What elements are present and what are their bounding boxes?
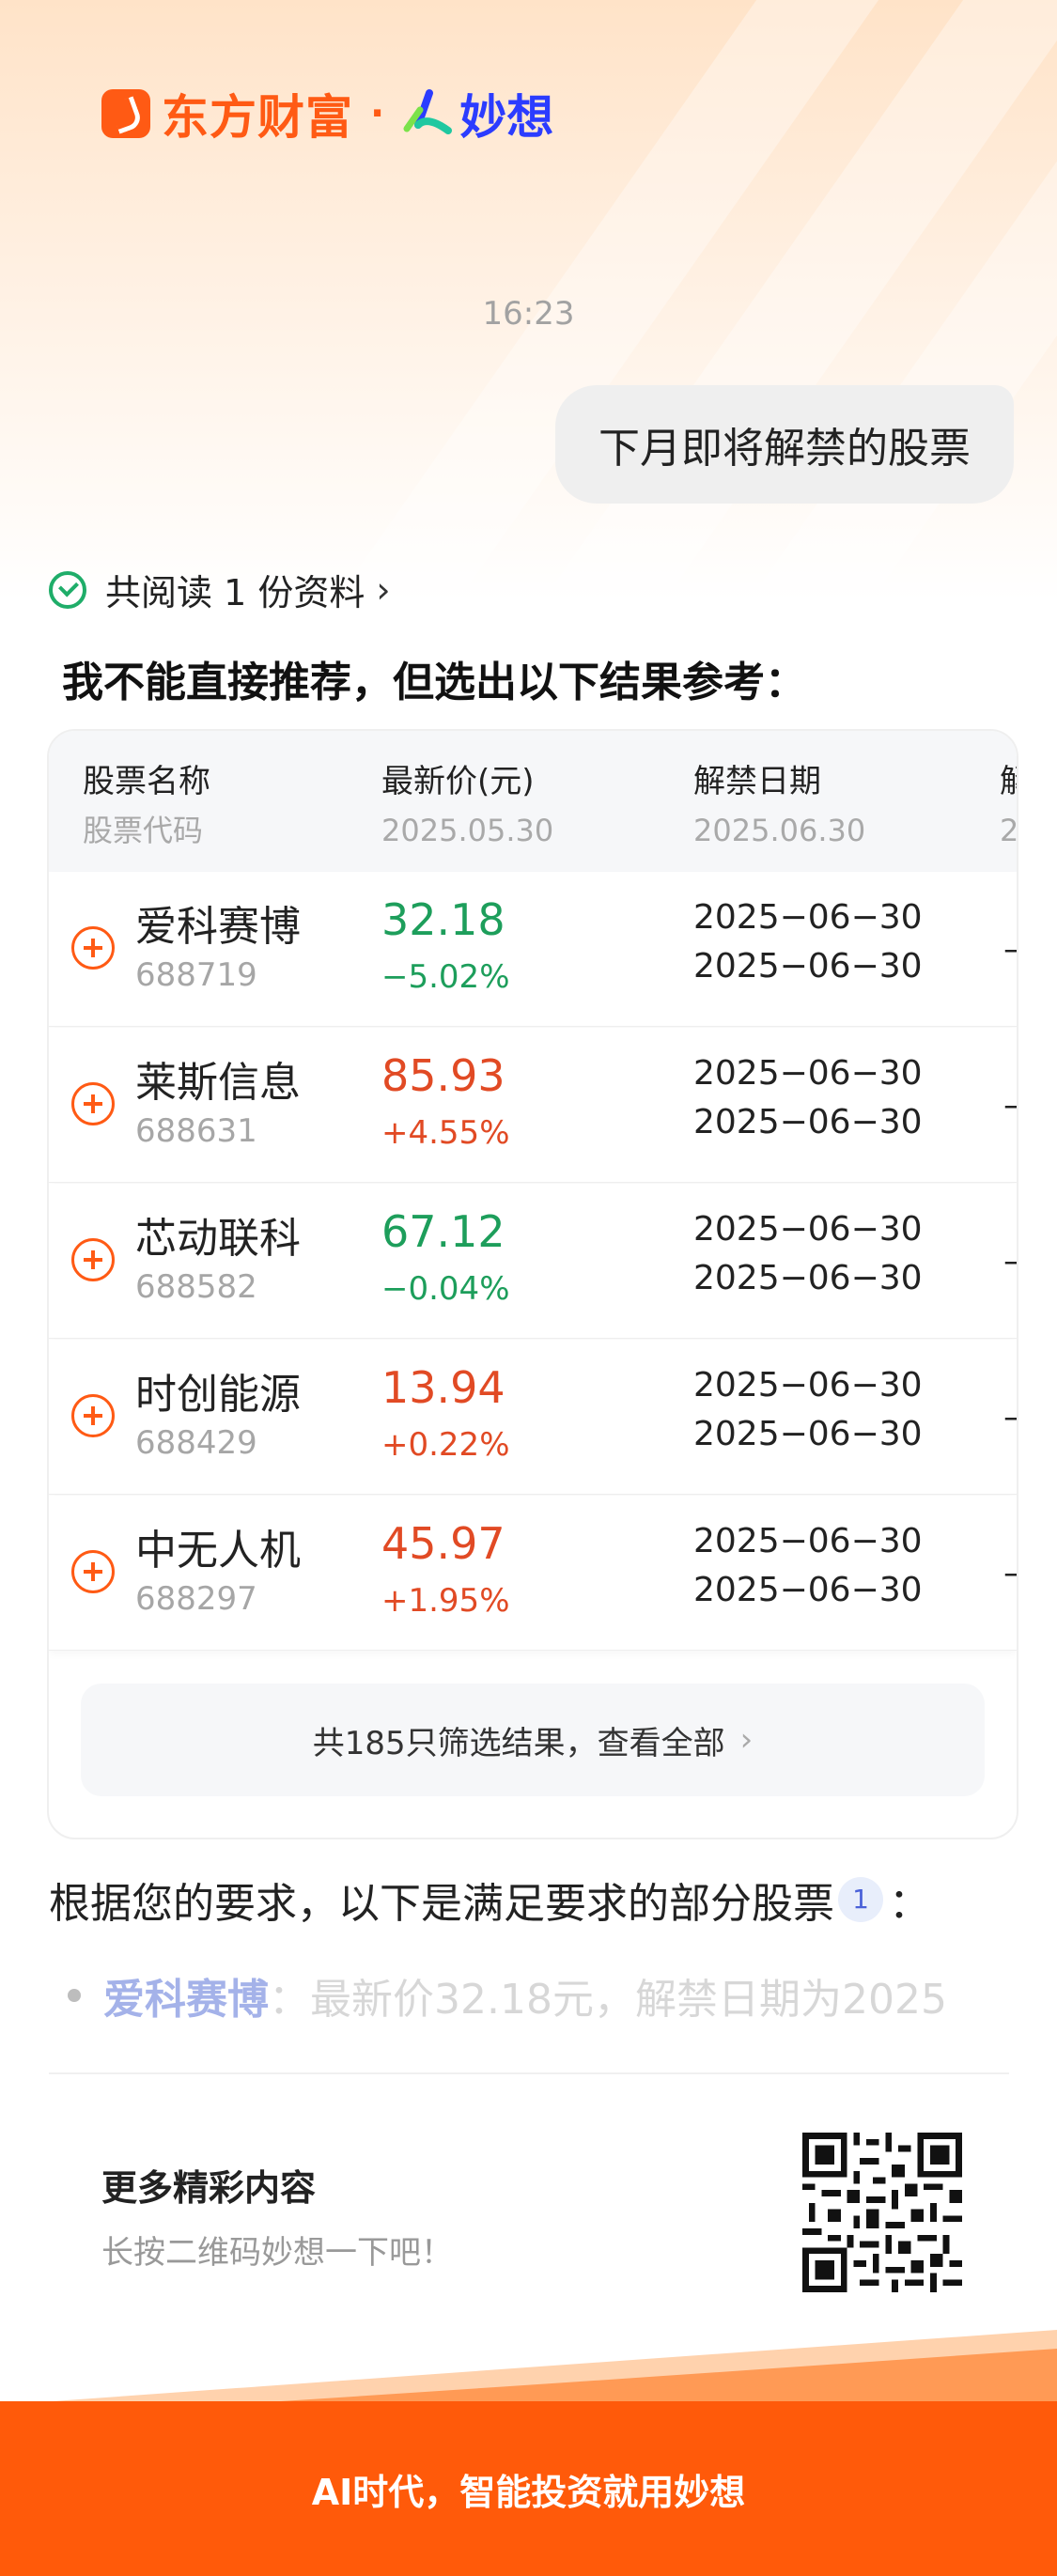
stock-price: 45.97 (381, 1518, 505, 1569)
stock-price: 32.18 (381, 894, 505, 945)
stock-name: 芯动联科 (135, 1215, 301, 1263)
table-row[interactable]: 爱科赛博 688719 32.18 −5.02% 2025−06−30 2025… (49, 872, 1017, 1027)
product-name: 妙想 (459, 90, 554, 145)
stock-change: +0.22% (381, 1426, 510, 1464)
message-time: 16:23 (482, 295, 575, 333)
stock-change: −0.04% (381, 1270, 510, 1308)
faded-stock-link[interactable]: 爱科赛博 (103, 1965, 269, 2025)
chevron-right-icon: › (739, 1721, 754, 1759)
truncated-cell: – (1003, 930, 1017, 969)
promo-title: 更多精彩内容 (101, 2167, 317, 2209)
table-row[interactable]: 芯动联科 688582 67.12 −0.04% 2025−06−30 2025… (49, 1184, 1017, 1339)
faded-stock-text: ：最新价32.18元，解禁日期为2025 (269, 1976, 947, 2024)
add-watchlist-icon[interactable] (71, 926, 115, 970)
brand-header: 东方财富 · 妙想 (101, 86, 553, 145)
truncated-cell: – (1003, 1398, 1017, 1436)
truncated-cell: – (1003, 1086, 1017, 1125)
stock-code: 688582 (135, 1268, 257, 1306)
table-row[interactable]: 莱斯信息 688631 85.93 +4.55% 2025−06−30 2025… (49, 1028, 1017, 1183)
add-watchlist-icon[interactable] (71, 1550, 115, 1593)
divider (49, 2072, 1009, 2074)
column-header-name: 股票名称 股票代码 (83, 763, 210, 848)
unlock-date: 2025−06−30 (693, 1366, 923, 1404)
unlock-date: 2025−06−30 (693, 898, 923, 937)
chevron-right-icon: › (376, 568, 391, 611)
unlock-date: 2025−06−30 (693, 1210, 923, 1249)
stock-code: 688429 (135, 1424, 257, 1462)
brand-name: 东方财富 (162, 90, 353, 145)
view-all-results-button[interactable]: 共185只筛选结果，查看全部 › (81, 1684, 985, 1796)
unlock-date: 2025−06−30 (693, 1054, 923, 1093)
add-watchlist-icon[interactable] (71, 1238, 115, 1281)
brand-separator: · (370, 92, 385, 135)
stock-table-card: 股票名称 股票代码 最新价(元) 2025.05.30 解禁日期 2025.06… (47, 729, 1018, 1839)
unlock-date-secondary: 2025−06−30 (693, 947, 923, 985)
column-header-price: 最新价(元) 2025.05.30 (381, 763, 554, 848)
truncated-cell: – (1003, 1554, 1017, 1592)
answer-summary: 根据您的要求，以下是满足要求的部分股票 1 ： (49, 1870, 930, 1930)
stock-code: 688297 (135, 1580, 257, 1618)
unlock-date: 2025−06−30 (693, 1522, 923, 1560)
stock-change: +4.55% (381, 1114, 510, 1152)
column-header-truncated: 解 2 (1000, 763, 1018, 848)
promo-subtitle: 长按二维码妙想一下吧！ (101, 2234, 453, 2272)
stock-price: 67.12 (381, 1206, 505, 1257)
read-sources-label: 共阅读 1 份资料 (105, 572, 365, 613)
summary-colon: ： (889, 1880, 930, 1928)
unlock-date-secondary: 2025−06−30 (693, 1103, 923, 1141)
truncated-cell: – (1003, 1242, 1017, 1280)
stock-code: 688719 (135, 956, 257, 994)
check-circle-icon (49, 570, 86, 609)
unlock-date-secondary: 2025−06−30 (693, 1415, 923, 1453)
stock-change: +1.95% (381, 1582, 510, 1620)
stock-code: 688631 (135, 1112, 257, 1150)
add-watchlist-icon[interactable] (71, 1394, 115, 1437)
unlock-date-secondary: 2025−06−30 (693, 1571, 923, 1609)
add-watchlist-icon[interactable] (71, 1082, 115, 1125)
stock-name: 中无人机 (135, 1527, 301, 1575)
summary-text: 根据您的要求，以下是满足要求的部分股票 (49, 1880, 834, 1928)
column-header-unlock-date: 解禁日期 2025.06.30 (693, 763, 866, 848)
user-message-bubble: 下月即将解禁的股票 (555, 385, 1014, 504)
read-sources-link[interactable]: 共阅读 1 份资料 › (49, 564, 391, 615)
footer-slogan: AI时代，智能投资就用妙想 (311, 2471, 746, 2513)
stock-name: 时创能源 (135, 1371, 301, 1419)
table-row[interactable]: 时创能源 688429 13.94 +0.22% 2025−06−30 2025… (49, 1340, 1017, 1495)
stock-price: 13.94 (381, 1362, 505, 1413)
view-all-label: 共185只筛选结果，查看全部 (312, 1724, 725, 1762)
faded-list-item: 爱科赛博 ：最新价32.18元，解禁日期为2025 (68, 1965, 947, 2025)
stock-change: −5.02% (381, 958, 510, 996)
miaoxiang-logo-icon (403, 89, 453, 134)
stock-price: 85.93 (381, 1050, 505, 1101)
table-header: 股票名称 股票代码 最新价(元) 2025.05.30 解禁日期 2025.06… (49, 731, 1017, 872)
stock-name: 爱科赛博 (135, 903, 301, 951)
table-row[interactable]: 中无人机 688297 45.97 +1.95% 2025−06−30 2025… (49, 1496, 1017, 1651)
citation-badge[interactable]: 1 (838, 1877, 883, 1922)
stock-name: 莱斯信息 (135, 1059, 301, 1107)
qr-code-icon[interactable] (802, 2133, 962, 2292)
answer-title: 我不能直接推荐，但选出以下结果参考： (62, 659, 806, 706)
footer-banner: AI时代，智能投资就用妙想 (0, 2401, 1057, 2576)
unlock-date-secondary: 2025−06−30 (693, 1259, 923, 1297)
eastmoney-logo-icon (101, 89, 150, 138)
bullet-icon (68, 1989, 81, 2002)
